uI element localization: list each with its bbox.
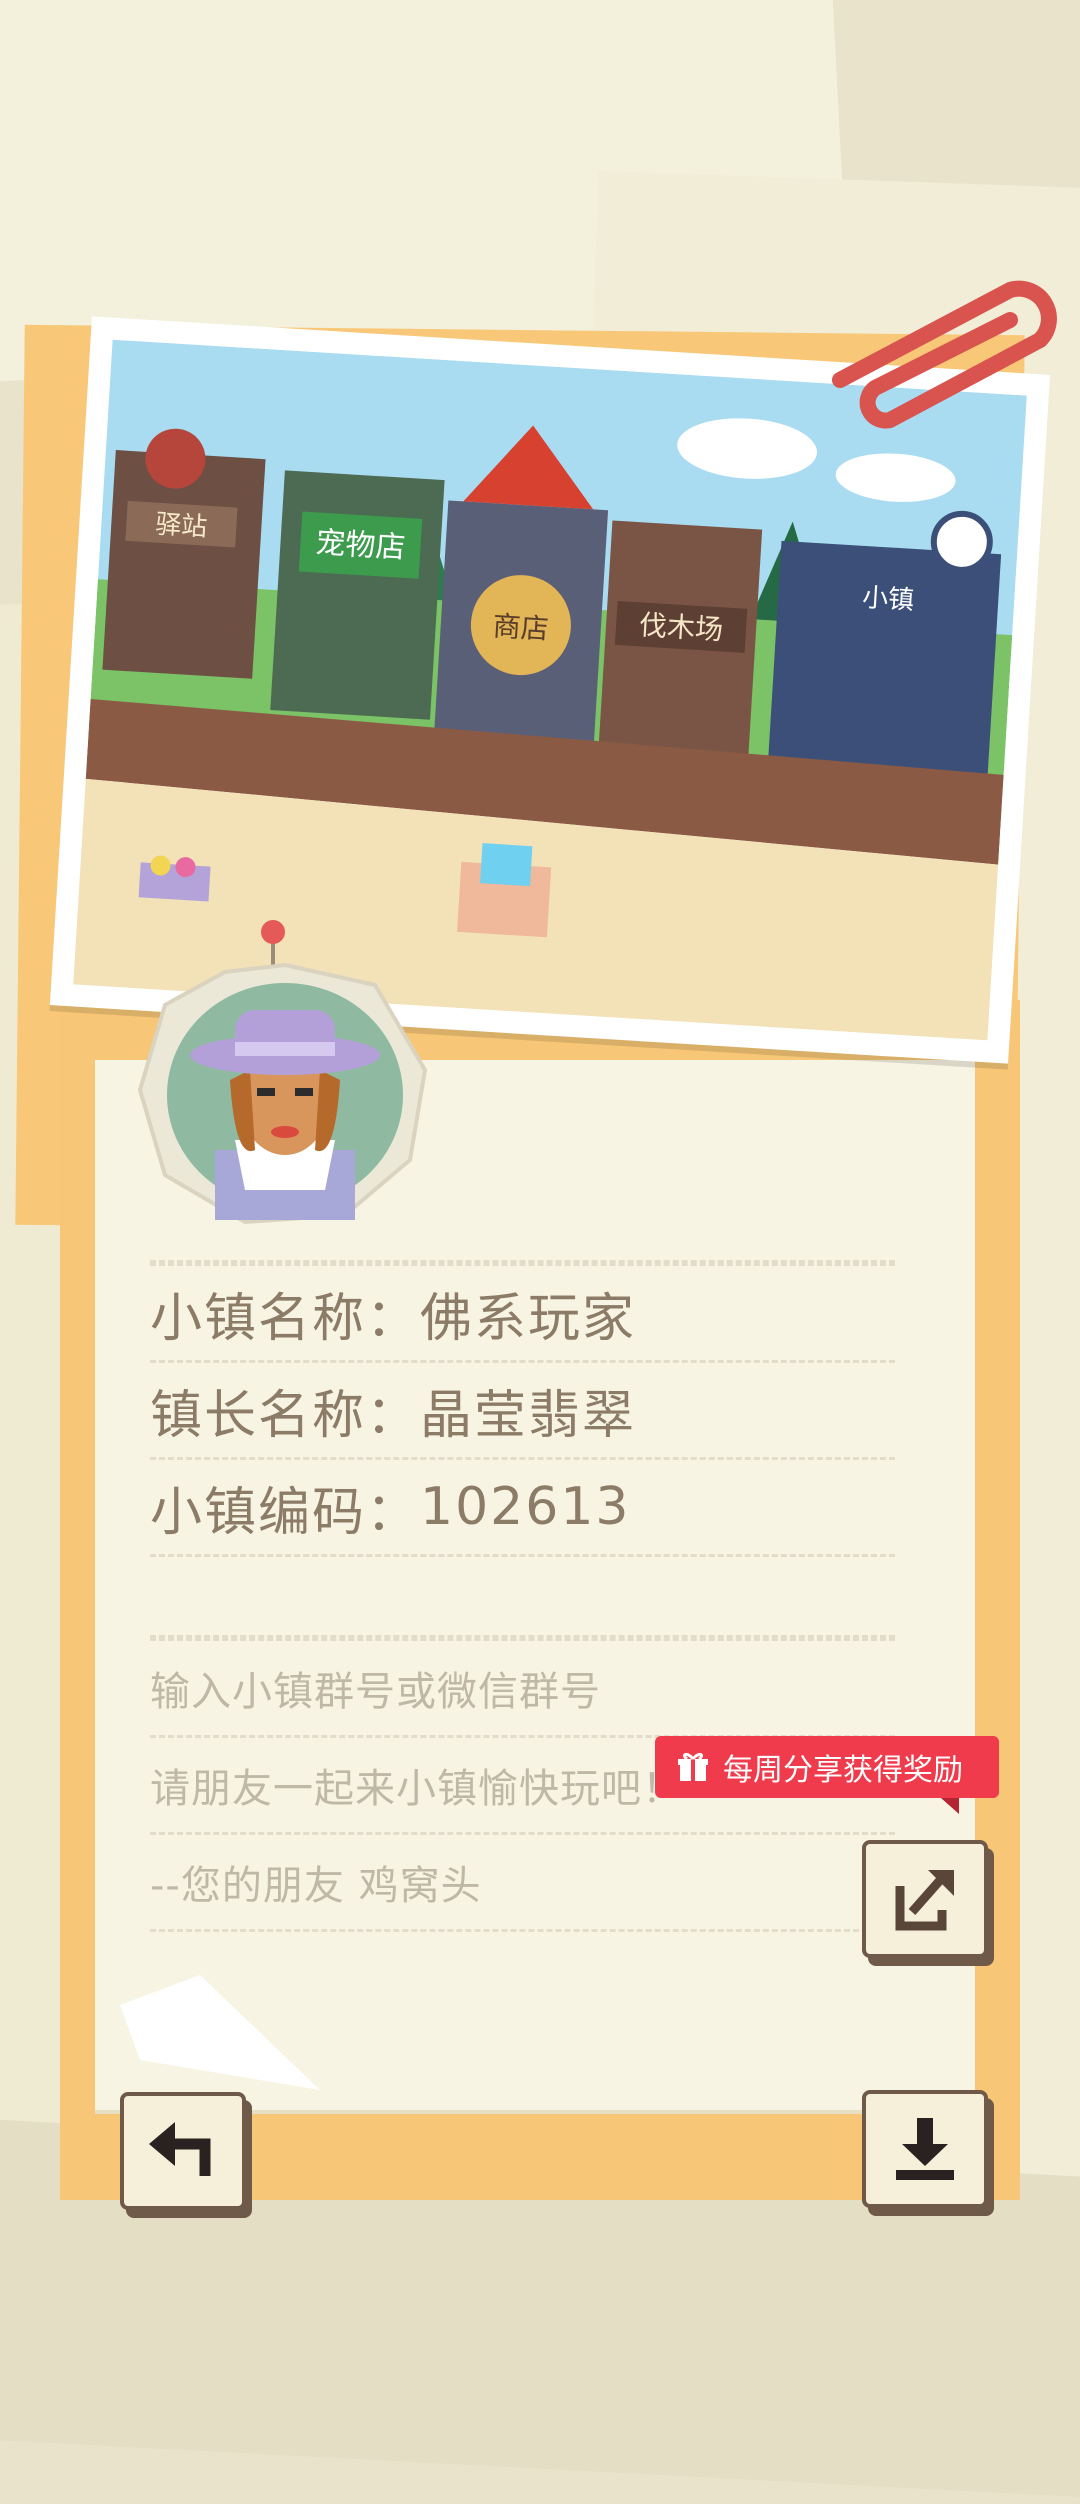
- gift-icon: [677, 1751, 709, 1783]
- mayor-avatar[interactable]: [135, 960, 435, 1230]
- sign-lumber: 伐木场: [638, 608, 724, 646]
- town-code-row: 小镇编码： 102613: [150, 1460, 895, 1557]
- town-name-row: 小镇名称： 佛系玩家: [150, 1266, 895, 1363]
- mayor-name-label: 镇长名称：: [150, 1385, 421, 1446]
- paperclip-icon: [832, 280, 1057, 429]
- sign-shop: 商店: [492, 609, 550, 645]
- town-name-value: 佛系玩家: [420, 1288, 637, 1349]
- mayor-name-value: 晶莹翡翠: [420, 1385, 637, 1446]
- town-code-value: 102613: [420, 1477, 631, 1537]
- back-button[interactable]: [120, 2092, 246, 2210]
- sign-station: 驿站: [154, 510, 208, 543]
- town-info: 小镇名称： 佛系玩家 镇长名称： 晶莹翡翠 小镇编码： 102613: [150, 1260, 895, 1557]
- invite-line-3: --您的朋友 鸡窝头: [150, 1835, 895, 1932]
- weekly-share-reward-badge: 每周分享获得奖励: [655, 1736, 999, 1814]
- avatar-portrait: [137, 962, 428, 1225]
- mayor-name-row: 镇长名称： 晶莹翡翠: [150, 1363, 895, 1460]
- sign-pet-shop: 宠物店: [314, 525, 406, 565]
- sign-town-hall: 小镇: [861, 583, 915, 616]
- share-button[interactable]: [862, 1840, 988, 1958]
- back-arrow-icon: [149, 2122, 211, 2176]
- download-button[interactable]: [862, 2090, 988, 2208]
- download-icon: [896, 2118, 954, 2180]
- share-icon: [895, 1870, 954, 1931]
- town-name-label: 小镇名称：: [150, 1288, 421, 1349]
- town-code-label: 小镇编码：: [150, 1482, 421, 1543]
- reward-badge-label: 每周分享获得奖励: [723, 1753, 963, 1788]
- paper-fold: [120, 1975, 320, 2090]
- invite-line-1: 输入小镇群号或微信群号: [150, 1641, 895, 1738]
